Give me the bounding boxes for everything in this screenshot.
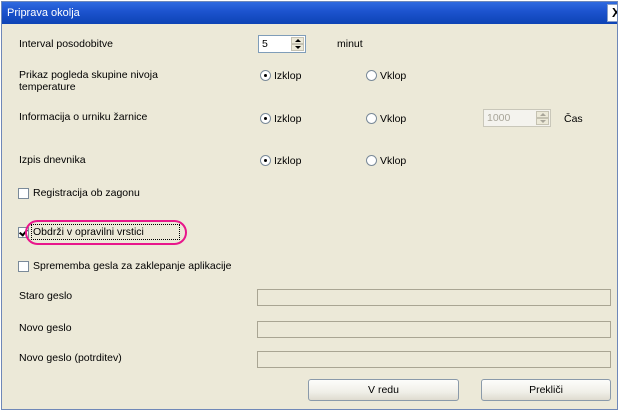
window-title: Priprava okolja [7, 7, 80, 19]
spin-up-icon[interactable] [291, 37, 304, 44]
ok-button[interactable]: V redu [308, 379, 459, 401]
lamp-timer-on-radio[interactable] [366, 113, 377, 124]
group-view-label-line1: Prikaz pogleda skupine nivoja [19, 69, 158, 81]
lamp-timer-on-label[interactable]: Vklop [380, 113, 406, 125]
log-output-on-radio[interactable] [366, 155, 377, 166]
group-view-off-radio[interactable] [260, 70, 271, 81]
confirm-password-field[interactable] [257, 351, 611, 368]
startup-registration-checkbox[interactable] [18, 188, 29, 199]
log-output-on-label[interactable]: Vklop [380, 155, 406, 167]
lamp-timer-off-label[interactable]: Izklop [274, 113, 301, 125]
spin-down-icon[interactable] [291, 44, 304, 51]
interval-spinner[interactable]: 5 [258, 35, 306, 53]
spinner-arrows[interactable] [291, 37, 304, 51]
spin-up-icon [536, 111, 549, 118]
group-view-on-radio[interactable] [366, 70, 377, 81]
old-password-field[interactable] [257, 289, 611, 306]
lamp-timer-off-radio[interactable] [260, 113, 271, 124]
lamp-time-label: Čas [564, 113, 583, 125]
highlight-ellipse [25, 220, 187, 245]
interval-value[interactable]: 5 [262, 38, 268, 50]
title-bar[interactable]: Priprava okolja X [2, 2, 617, 24]
spin-down-icon [536, 118, 549, 125]
log-output-off-label[interactable]: Izklop [274, 155, 301, 167]
group-view-off-label[interactable]: Izklop [274, 70, 301, 82]
interval-unit: minut [337, 38, 363, 50]
log-output-label: Izpis dnevnika [19, 154, 86, 166]
lamp-time-value: 1000 [487, 112, 511, 124]
startup-registration-label[interactable]: Registracija ob zagonu [33, 187, 140, 199]
group-view-on-label[interactable]: Vklop [380, 70, 406, 82]
close-icon: X [612, 5, 617, 20]
confirm-password-label: Novo geslo (potrditev) [19, 352, 122, 364]
settings-dialog: Priprava okolja X Interval posodobitve 5… [1, 1, 618, 410]
spinner-arrows [536, 111, 549, 125]
cancel-button[interactable]: Prekliči [481, 379, 611, 401]
log-output-off-radio[interactable] [260, 155, 271, 166]
lamp-time-spinner: 1000 [483, 109, 551, 127]
new-password-label: Novo geslo [19, 322, 72, 334]
new-password-field[interactable] [257, 321, 611, 338]
lamp-timer-label: Informacija o urniku žarnice [19, 111, 148, 123]
close-button[interactable]: X [607, 4, 617, 22]
old-password-label: Staro geslo [19, 290, 73, 302]
interval-label: Interval posodobitve [19, 38, 113, 50]
group-view-label-line2: temperature [19, 81, 76, 93]
password-change-label[interactable]: Sprememba gesla za zaklepanje aplikacije [33, 260, 231, 272]
password-change-checkbox[interactable] [18, 261, 29, 272]
